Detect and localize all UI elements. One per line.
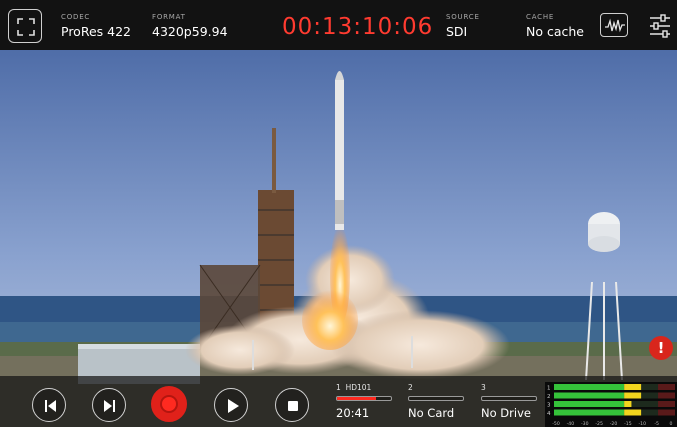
- skip-next-icon: [104, 400, 115, 412]
- audio-meter-graphic: 1234-50 -40 -30 -25 -20 -15 -10 -5 0: [547, 384, 675, 427]
- cache-display[interactable]: CACHE No cache: [526, 13, 584, 39]
- meter-peak-zone: [658, 401, 675, 407]
- meter-level: [624, 401, 632, 407]
- slot-capacity-bar: [481, 396, 537, 401]
- meter-scale-label: -20: [610, 421, 618, 427]
- meter-channel-label: 2: [547, 394, 551, 400]
- fullscreen-button[interactable]: [8, 9, 42, 43]
- slot-header: 3: [481, 383, 537, 392]
- rocket-launch-frame: [0, 50, 677, 427]
- timecode-display[interactable]: 00:13:10:06: [282, 14, 433, 40]
- slot-header: 1 HD101: [336, 383, 392, 392]
- slot-capacity-bar: [336, 396, 392, 401]
- source-display[interactable]: SOURCE SDI: [446, 13, 480, 39]
- codec-display[interactable]: CODEC ProRes 422: [61, 13, 131, 39]
- media-slot-3[interactable]: 3 No Drive: [481, 383, 537, 420]
- slot-capacity-bar: [408, 396, 464, 401]
- meter-scale-label: -40: [567, 421, 575, 427]
- meter-peak-zone: [658, 384, 675, 390]
- waveform-icon: [605, 18, 625, 33]
- audio-meters[interactable]: 1 2 3 4 -50 -40 -30 -25 -20 -15 -10 -5 0: [545, 382, 677, 427]
- meter-peak-zone: [658, 392, 675, 399]
- meter-channel-label: 1: [547, 386, 551, 392]
- meter-scale-label: -25: [595, 421, 603, 427]
- slot-name: HD101: [345, 383, 372, 392]
- meter-level: [554, 409, 625, 416]
- codec-label: CODEC: [61, 13, 91, 21]
- play-icon: [228, 399, 239, 413]
- meter-scale-label: -5: [654, 421, 659, 427]
- stop-icon: [288, 401, 298, 411]
- slot-header: 2: [408, 383, 464, 392]
- meter-level: [624, 409, 642, 416]
- media-slot-1[interactable]: 1 HD101 20:41: [336, 383, 392, 420]
- slot-number: 3: [481, 383, 486, 392]
- skip-next-button[interactable]: [92, 388, 126, 422]
- slot-status: 20:41: [336, 406, 370, 420]
- record-button[interactable]: [151, 386, 187, 422]
- meter-scale-label: 0: [670, 421, 673, 427]
- settings-button[interactable]: [648, 13, 672, 39]
- format-display[interactable]: FORMAT 4320p59.94: [152, 13, 228, 39]
- meter-level: [624, 384, 642, 390]
- slot-status: No Card: [408, 406, 455, 420]
- cache-value: No cache: [526, 24, 584, 39]
- media-slot-2[interactable]: 2 No Card: [408, 383, 464, 420]
- slot-number: 2: [408, 383, 413, 392]
- format-label: FORMAT: [152, 13, 186, 21]
- record-icon: [162, 397, 176, 411]
- top-status-bar: CODEC ProRes 422 FORMAT 4320p59.94 00:13…: [0, 0, 677, 50]
- scopes-button[interactable]: [600, 13, 628, 37]
- meter-scale-label: -15: [624, 421, 632, 427]
- play-button[interactable]: [214, 388, 248, 422]
- skip-previous-button[interactable]: [32, 388, 66, 422]
- video-preview[interactable]: [0, 50, 677, 427]
- sliders-icon: [650, 14, 670, 38]
- slot-status: No Drive: [481, 406, 531, 420]
- meter-channel-label: 3: [547, 403, 551, 409]
- source-value: SDI: [446, 24, 468, 39]
- meter-scale-label: -30: [581, 421, 589, 427]
- codec-value: ProRes 422: [61, 24, 131, 39]
- stop-button[interactable]: [275, 388, 309, 422]
- meter-level: [624, 392, 642, 399]
- meter-level: [554, 392, 625, 399]
- skip-previous-icon: [45, 400, 56, 412]
- slot-capacity-fill: [337, 397, 376, 400]
- meter-level: [554, 384, 625, 390]
- meter-scale-label: -10: [638, 421, 646, 427]
- meter-level: [554, 401, 625, 407]
- source-label: SOURCE: [446, 13, 480, 21]
- cache-label: CACHE: [526, 13, 555, 21]
- slot-number: 1: [336, 383, 341, 392]
- warning-alert-icon[interactable]: !: [649, 336, 673, 360]
- meter-peak-zone: [658, 409, 675, 416]
- fullscreen-icon: [17, 18, 35, 36]
- meter-channel-label: 4: [547, 411, 551, 417]
- format-value: 4320p59.94: [152, 24, 228, 39]
- meter-scale-label: -50: [552, 421, 560, 427]
